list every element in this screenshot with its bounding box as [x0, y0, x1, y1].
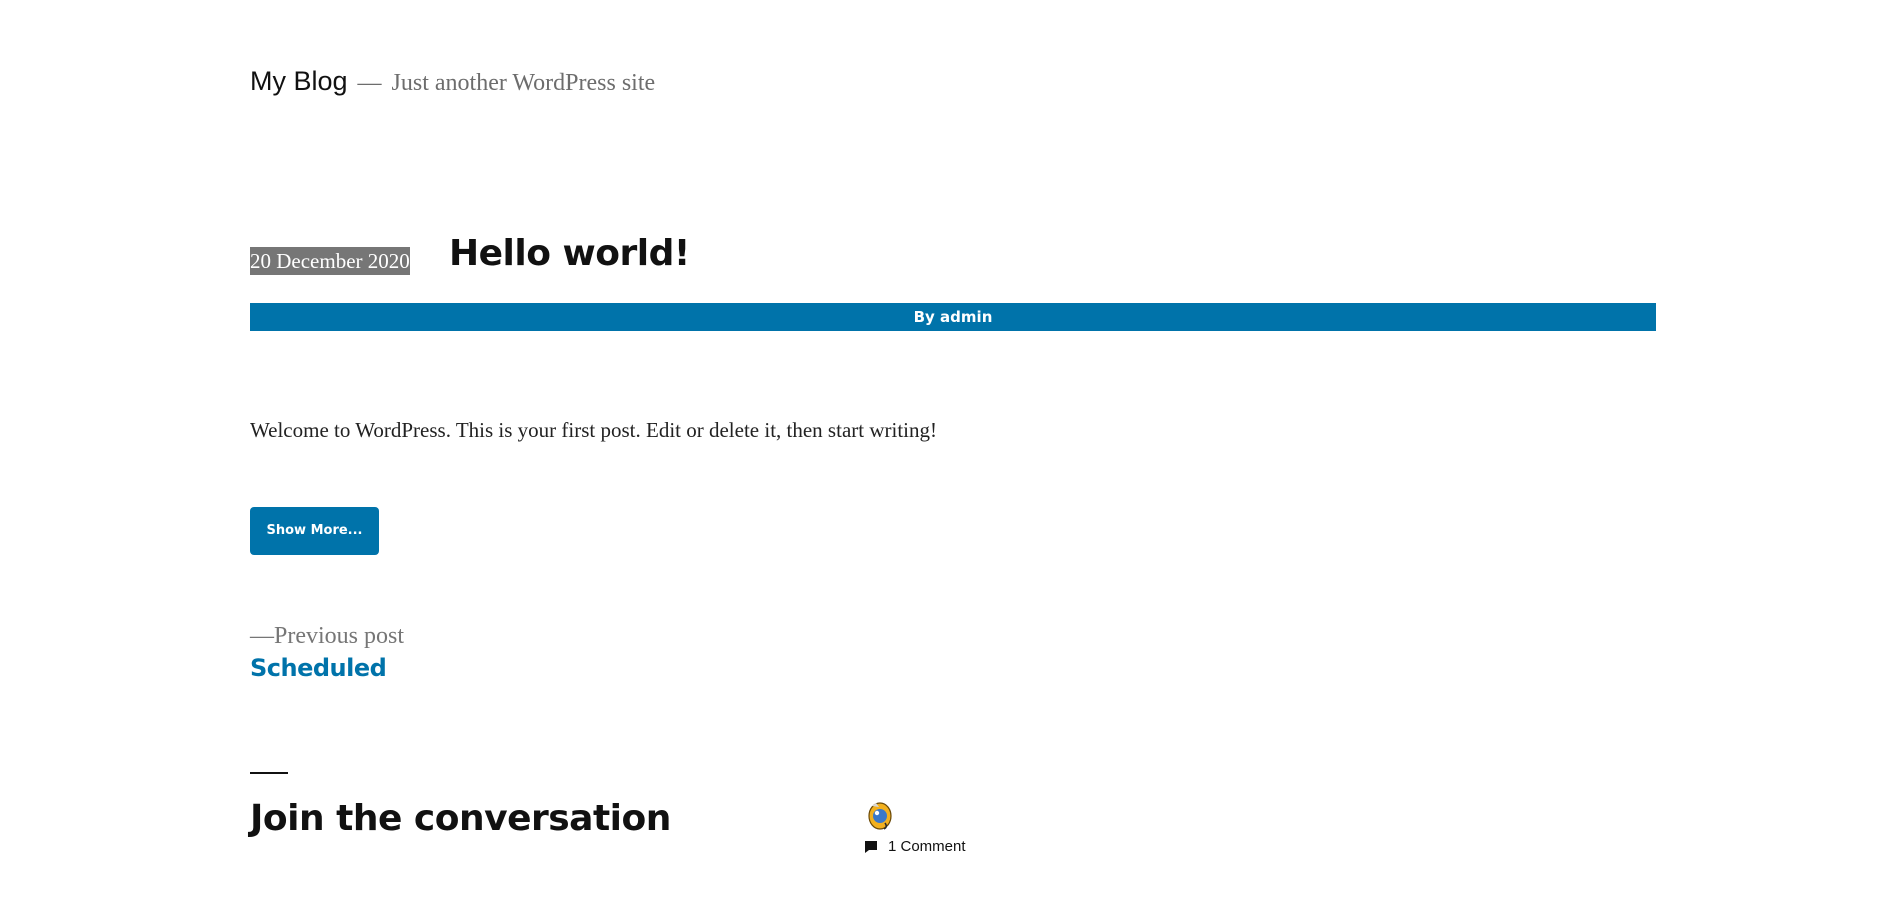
avatar-icon	[866, 801, 894, 831]
previous-post-title[interactable]: Scheduled	[250, 652, 404, 684]
site-title[interactable]: My Blog	[250, 66, 348, 97]
comment-count-label[interactable]: 1 Comment	[888, 838, 966, 855]
comments-heading: Join the conversation	[250, 798, 671, 839]
previous-post-nav[interactable]: —Previous post Scheduled	[250, 620, 404, 684]
comment-bubble-icon	[864, 840, 878, 854]
comment-count[interactable]: 1 Comment	[864, 838, 966, 855]
site-header: My Blog — Just another WordPress site	[250, 66, 655, 97]
previous-post-label[interactable]: —Previous post	[250, 620, 404, 652]
post-content: Welcome to WordPress. This is your first…	[250, 418, 937, 442]
post-title[interactable]: Hello world!	[449, 232, 690, 276]
site-title-separator: —	[357, 70, 382, 96]
site-tagline: Just another WordPress site	[391, 70, 656, 96]
post-date[interactable]: 20 December 2020	[250, 247, 410, 275]
post-byline[interactable]: By admin	[250, 303, 1656, 331]
comments-divider	[250, 772, 288, 774]
show-more-button[interactable]: Show More...	[250, 507, 379, 555]
